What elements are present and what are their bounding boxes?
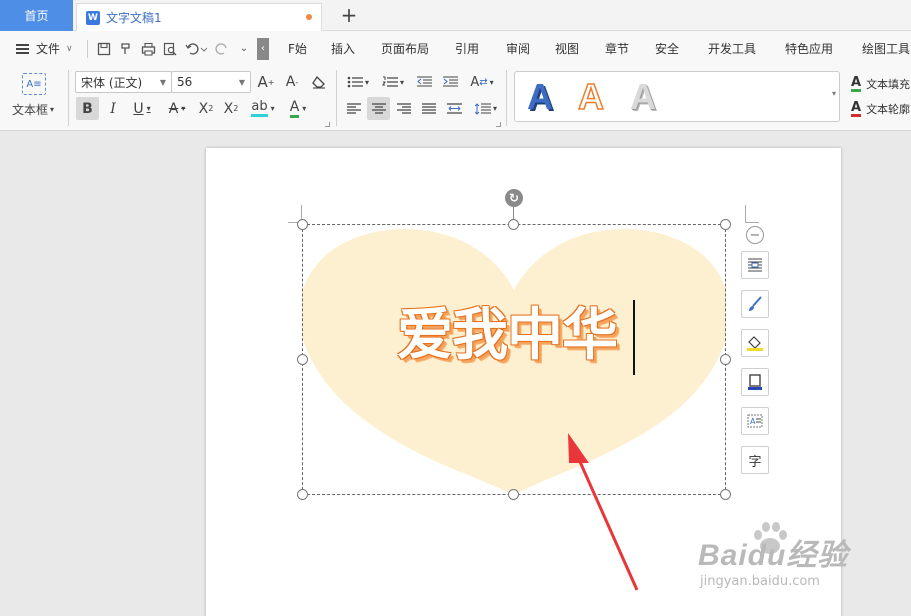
increase-indent-icon[interactable] xyxy=(440,72,460,92)
wordart-text[interactable]: 爱我中华 xyxy=(397,300,618,372)
text-style-gray[interactable]: A xyxy=(630,75,656,119)
textbox-button[interactable]: 文本框 ▾ xyxy=(12,101,54,118)
svg-text:A: A xyxy=(750,417,756,426)
new-tab-button[interactable]: + xyxy=(339,3,359,27)
watermark-brand: Baidu经验 xyxy=(698,539,849,572)
text-fill-icon: A xyxy=(851,74,862,92)
font-name-select[interactable]: 宋体 (正文) ▼ xyxy=(75,71,172,93)
chevron-down-icon: ▾ xyxy=(50,105,55,114)
watermark-url: jingyan.baidu.com xyxy=(700,574,820,589)
resize-handle-bottom[interactable] xyxy=(508,489,519,500)
resize-handle-left[interactable] xyxy=(297,354,308,365)
shape-fill-icon[interactable] xyxy=(741,329,769,357)
tab-bar: 首页 W 文字文稿1 + xyxy=(0,0,911,31)
bold-icon[interactable]: B xyxy=(76,97,99,120)
menu-insert[interactable]: 插入 xyxy=(331,40,355,57)
chevron-down-icon: ▼ xyxy=(159,77,166,87)
subscript-icon[interactable]: X2 xyxy=(221,97,241,120)
text-fill-label: 文本填充 xyxy=(866,78,911,91)
text-direction-character-icon[interactable]: 字 xyxy=(741,446,769,474)
superscript-icon[interactable]: X2 xyxy=(196,97,216,120)
text-cursor xyxy=(633,300,635,375)
text-outline-label: 文本轮廓 xyxy=(866,103,911,116)
strikethrough-icon[interactable]: A ▾ xyxy=(163,97,191,120)
document-title: 文字文稿1 xyxy=(106,11,162,25)
resize-handle-right[interactable] xyxy=(720,354,731,365)
ribbon: A≡ 文本框 ▾ 宋体 (正文) ▼ 56 ▼ A + A- B I U ▾ A ▾ X2… xyxy=(0,66,911,131)
decrease-indent-icon[interactable] xyxy=(414,72,434,92)
menu-view[interactable]: 视图 xyxy=(555,40,579,57)
gallery-expand-icon[interactable]: ▾ xyxy=(832,89,836,98)
resize-handle-bottom-left[interactable] xyxy=(297,489,308,500)
font-size-value: 56 xyxy=(177,75,193,89)
shrink-font-icon[interactable]: A- xyxy=(282,72,302,92)
menu-section[interactable]: 章节 xyxy=(605,40,629,57)
menu-special-apps[interactable]: 特色应用 xyxy=(785,40,833,57)
writer-doc-icon: W xyxy=(86,10,100,25)
tab-home[interactable]: 首页 xyxy=(0,0,73,31)
line-spacing-icon[interactable]: ▾ xyxy=(472,97,500,120)
italic-icon[interactable]: I xyxy=(103,97,123,120)
underline-icon[interactable]: U ▾ xyxy=(127,97,157,120)
highlight-icon[interactable]: ab ▾ xyxy=(249,97,277,120)
menu-review[interactable]: 审阅 xyxy=(506,40,530,57)
resize-handle-top[interactable] xyxy=(508,219,519,230)
text-style-blue[interactable]: A xyxy=(527,75,553,119)
text-direction-icon[interactable]: A ⇄ ▾ xyxy=(467,72,497,92)
align-left-icon[interactable] xyxy=(344,97,364,120)
shape-style-brush-icon[interactable] xyxy=(741,290,769,318)
menu-row: 文件 ∨ ⌄ ‹ F始 插入 页面布局 引用 审阅 视图 章节 安全 开发工具 … xyxy=(0,31,911,66)
font-size-select[interactable]: 56 ▼ xyxy=(171,71,251,93)
divider xyxy=(68,70,69,126)
justify-icon[interactable] xyxy=(419,97,439,120)
tab-document[interactable]: W 文字文稿1 xyxy=(76,3,322,31)
menu-page-layout[interactable]: 页面布局 xyxy=(381,40,429,57)
font-dialog-launcher[interactable] xyxy=(325,122,330,127)
text-style-gallery: A A A ▾ xyxy=(514,71,840,122)
rotate-handle-icon[interactable]: ↻ xyxy=(505,189,523,207)
resize-handle-top-right[interactable] xyxy=(720,219,731,230)
resize-handle-bottom-right[interactable] xyxy=(720,489,731,500)
textbox-label: 文本框 xyxy=(12,103,49,117)
align-center-icon[interactable] xyxy=(367,97,390,120)
paragraph-dialog-launcher[interactable] xyxy=(496,122,501,127)
font-color-icon[interactable]: A ▾ xyxy=(284,97,312,120)
resize-handle-top-left[interactable] xyxy=(297,219,308,230)
shape-outline-icon[interactable] xyxy=(741,368,769,396)
text-style-orange-outline[interactable]: A xyxy=(577,75,605,119)
text-fill-button[interactable]: A 文本填充 xyxy=(851,76,910,92)
grow-font-icon[interactable]: A + xyxy=(256,72,276,92)
menu-drawing-tools[interactable]: 绘图工具 xyxy=(862,40,910,57)
bullet-list-icon[interactable]: ▾ xyxy=(344,72,372,92)
clear-format-icon[interactable] xyxy=(309,72,329,92)
textbox-icon[interactable]: A≡ xyxy=(22,73,46,95)
menu-references[interactable]: 引用 xyxy=(455,40,479,57)
margin-mark-top-right xyxy=(745,205,759,223)
layout-options-icon[interactable] xyxy=(741,251,769,279)
distribute-icon[interactable] xyxy=(444,97,464,120)
menu-developer[interactable]: 开发工具 xyxy=(708,40,756,57)
text-outline-icon: A xyxy=(851,99,862,117)
text-wrap-icon[interactable]: A xyxy=(741,407,769,435)
annotation-arrow-icon xyxy=(568,433,639,591)
collapse-toolbar-icon[interactable]: − xyxy=(746,226,764,244)
divider xyxy=(506,70,507,126)
divider xyxy=(336,70,337,126)
font-name-value: 宋体 (正文) xyxy=(81,75,143,90)
chevron-down-icon: ▼ xyxy=(238,77,245,87)
unsaved-dot-icon xyxy=(306,14,312,20)
text-outline-button[interactable]: A 文本轮廓 xyxy=(851,101,910,117)
numbered-list-icon[interactable]: ▾ xyxy=(379,72,407,92)
menu-security[interactable]: 安全 xyxy=(655,40,679,57)
align-right-icon[interactable] xyxy=(394,97,414,120)
